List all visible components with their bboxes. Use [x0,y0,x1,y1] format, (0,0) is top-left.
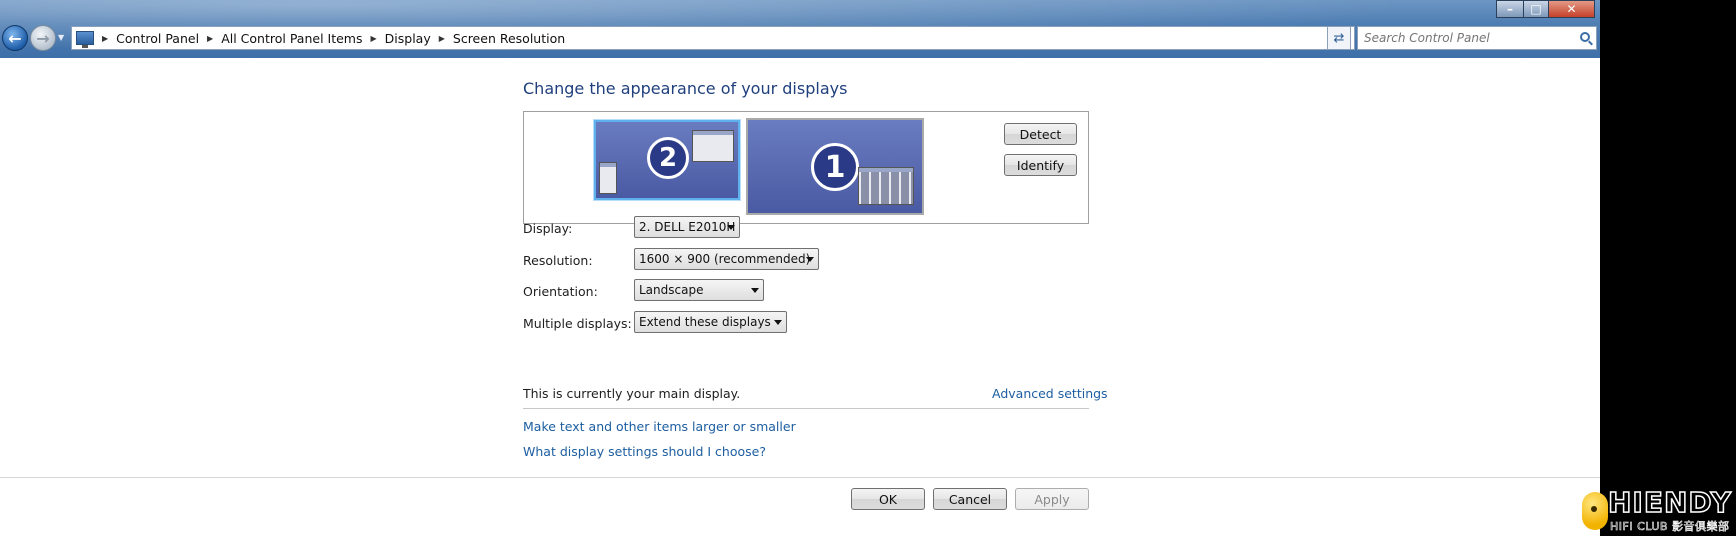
identify-button[interactable]: Identify [1004,154,1077,176]
chevron-right-icon[interactable]: ▶ [371,34,377,43]
back-arrow-icon: ← [8,28,22,48]
window-thumbnail [692,130,734,162]
resolution-select[interactable]: 1600 × 900 (recommended) [634,248,819,270]
refresh-button[interactable]: ⇄ [1327,26,1351,50]
cancel-button[interactable]: Cancel [933,488,1007,510]
footer-divider [0,477,1600,478]
orientation-select[interactable]: Landscape [634,279,764,301]
window-thumbnail [599,162,617,194]
content-area: Change the appearance of your displays 2… [0,58,1600,536]
breadcrumb-screen-resolution[interactable]: Screen Resolution [453,31,565,46]
monitor-2-tile[interactable]: 2 [594,120,740,200]
recent-pages-dropdown-icon[interactable]: ▼ [58,33,64,42]
dropdown-arrow-icon [727,225,735,230]
dropdown-arrow-icon [806,257,814,262]
chevron-right-icon[interactable]: ▶ [102,34,108,43]
display-select[interactable]: 2. DELL E2010H [634,216,740,238]
main-display-status: This is currently your main display. [523,386,741,401]
detect-button[interactable]: Detect [1004,123,1077,145]
breadcrumb-all-items[interactable]: All Control Panel Items [221,31,362,46]
orientation-select-value: Landscape [639,283,704,297]
divider [523,408,1089,409]
watermark-subtitle: HIFI CLUB 影音俱樂部 [1610,520,1730,534]
chevron-right-icon[interactable]: ▶ [207,34,213,43]
screen-resolution-window: – □ ✕ ← → ▼ ▶ Control Panel ▶ All Contro… [0,0,1600,536]
display-label: Display: [523,221,573,236]
window-chrome: – □ ✕ ← → ▼ ▶ Control Panel ▶ All Contro… [0,0,1600,58]
monitor-1-tile[interactable]: 1 [746,118,924,215]
address-bar[interactable]: ▶ Control Panel ▶ All Control Panel Item… [71,26,1355,50]
orientation-label: Orientation: [523,284,598,299]
back-button[interactable]: ← [2,25,28,51]
multiple-displays-select-value: Extend these displays [639,315,771,329]
maximize-button[interactable]: □ [1523,0,1549,18]
search-input[interactable] [1364,31,1564,45]
breadcrumb-control-panel[interactable]: Control Panel [116,31,199,46]
ok-button[interactable]: OK [851,488,925,510]
page-title: Change the appearance of your displays [523,79,848,98]
close-button[interactable]: ✕ [1548,0,1595,18]
multiple-displays-label: Multiple displays: [523,316,632,331]
watermark-title: HIENDY [1607,485,1732,520]
apply-button[interactable]: Apply [1015,488,1089,510]
forward-arrow-icon: → [36,28,50,48]
desktop-icons-thumbnail [858,167,914,205]
monitor-number-badge: 2 [647,137,689,179]
hiendy-logo-icon [1582,492,1608,530]
control-panel-icon [76,31,94,48]
monitor-number-badge: 1 [811,143,859,191]
multiple-displays-select[interactable]: Extend these displays [634,311,787,333]
resolution-select-value: 1600 × 900 (recommended) [639,252,811,266]
forward-button[interactable]: → [30,25,56,51]
display-arrangement-panel: 2 1 Detect Identify [523,111,1089,224]
minimize-button[interactable]: – [1496,0,1524,18]
text-size-link[interactable]: Make text and other items larger or smal… [523,419,796,434]
display-help-link[interactable]: What display settings should I choose? [523,444,766,459]
chevron-right-icon[interactable]: ▶ [439,34,445,43]
resolution-label: Resolution: [523,253,593,268]
display-select-value: 2. DELL E2010H [639,220,736,234]
hiendy-watermark: HIENDY HIFI CLUB 影音俱樂部 [1580,485,1736,534]
dropdown-arrow-icon [751,288,759,293]
advanced-settings-link[interactable]: Advanced settings [992,386,1108,401]
dropdown-arrow-icon [774,320,782,325]
search-icon[interactable] [1580,32,1590,42]
refresh-icon: ⇄ [1333,30,1345,46]
breadcrumb-display[interactable]: Display [385,31,431,46]
search-box[interactable] [1357,26,1597,50]
